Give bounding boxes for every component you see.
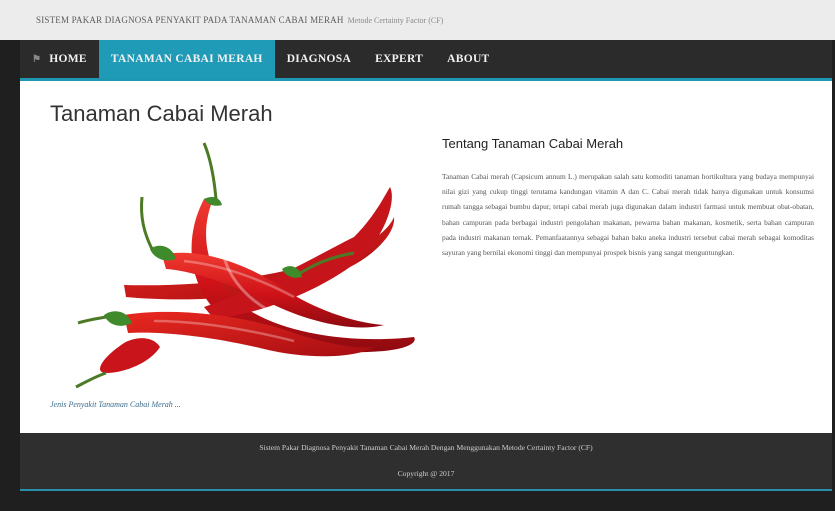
section-title: Tentang Tanaman Cabai Merah [442,136,624,151]
site-subtitle: Metode Certainty Factor (CF) [347,15,444,25]
page-title: Tanaman Cabai Merah [50,101,273,126]
footer-rule [20,489,832,491]
footer-description: Sistem Pakar Diagnosa Penyakit Tanaman C… [259,443,593,452]
main-content: Tanaman Cabai Merah Jenis Penyakit Tanam… [20,81,832,433]
nav-tanaman-label: TANAMAN CABAI MERAH [110,53,263,65]
nav-diagnosa[interactable]: DIAGNOSA [275,40,363,78]
nav-about[interactable]: ABOUT [435,40,501,78]
nav-expert[interactable]: EXPERT [363,40,435,78]
top-header: SISTEM PAKAR DIAGNOSA PENYAKIT PADA TANA… [0,0,835,40]
nav-tanaman-cabai-merah[interactable]: TANAMAN CABAI MERAH [98,40,275,78]
image-caption: Jenis Penyakit Tanaman Cabai Merah ... [50,400,181,409]
nav-about-label: ABOUT [447,53,490,65]
home-icon: ⚑ [32,53,42,65]
nav-diagnosa-label: DIAGNOSA [286,53,352,65]
main-navbar: ⚑ HOME TANAMAN CABAI MERAH DIAGNOSA EXPE… [20,40,832,78]
nav-expert-label: EXPERT [375,53,424,65]
chili-image [75,142,415,389]
footer-copyright: Copyright @ 2017 [397,469,455,478]
section-body: Tanaman Cabai merah (Capsicum annum L.) … [442,172,814,258]
site-title: SISTEM PAKAR DIAGNOSA PENYAKIT PADA TANA… [36,15,344,25]
nav-home[interactable]: ⚑ HOME [20,40,99,78]
footer: Sistem Pakar Diagnosa Penyakit Tanaman C… [20,433,832,489]
nav-home-label: HOME [49,53,87,65]
